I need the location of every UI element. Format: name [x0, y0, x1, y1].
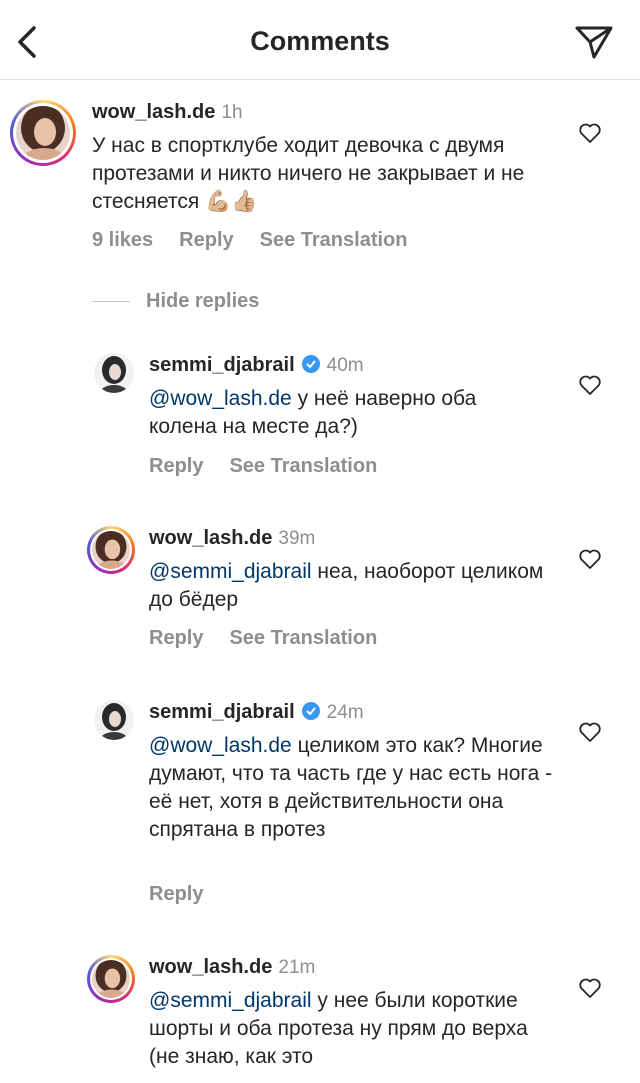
reply-text: @wow_lash.de у неё наверно оба колена на… [149, 387, 477, 438]
heart-icon[interactable] [578, 547, 602, 571]
heart-icon[interactable] [578, 373, 602, 397]
reply-username[interactable]: semmi_djabrail [149, 354, 295, 376]
reply-username[interactable]: wow_lash.de [149, 527, 272, 549]
reply-text: @semmi_djabrail у нее были короткие шорт… [149, 989, 528, 1068]
likes-count[interactable]: 9 likes [92, 229, 153, 251]
avatar[interactable] [92, 960, 130, 998]
reply-text: @wow_lash.de целиком это как? Многие дум… [149, 734, 553, 841]
mention-link[interactable]: @wow_lash.de [149, 387, 292, 410]
reply-button[interactable]: Reply [149, 627, 203, 649]
reply-time: 39m [278, 528, 316, 549]
mention-link[interactable]: @semmi_djabrail [149, 560, 312, 583]
send-icon[interactable] [574, 22, 614, 62]
mention-link[interactable]: @semmi_djabrail [149, 989, 312, 1012]
hide-replies-button[interactable]: Hide replies [92, 290, 259, 313]
verified-badge-icon [301, 702, 320, 720]
see-translation-button[interactable]: See Translation [229, 627, 377, 649]
heart-icon[interactable] [578, 121, 602, 145]
divider [92, 301, 130, 303]
reply-username[interactable]: wow_lash.de [149, 956, 272, 978]
header: Comments [0, 0, 640, 80]
reply-button[interactable]: Reply [179, 229, 233, 251]
reply-text: @semmi_djabrail неа, наоборот целиком до… [149, 560, 544, 611]
reply-button[interactable]: Reply [149, 455, 203, 477]
mention-link[interactable]: @wow_lash.de [149, 734, 292, 757]
avatar[interactable] [92, 531, 130, 569]
reply-time: 21m [278, 957, 316, 978]
reply-time: 24m [326, 702, 364, 723]
comment-username[interactable]: wow_lash.de [92, 101, 215, 123]
avatar[interactable] [94, 353, 134, 393]
comment-time: 1h [221, 102, 243, 123]
heart-icon[interactable] [578, 976, 602, 1000]
reply-time: 40m [326, 355, 364, 376]
comment-text: У нас в спортклубе ходит девочка с двумя… [92, 134, 525, 213]
reply-button[interactable]: Reply [149, 883, 203, 905]
heart-icon[interactable] [578, 720, 602, 744]
page-title: Comments [250, 26, 390, 56]
reply-username[interactable]: semmi_djabrail [149, 701, 295, 723]
see-translation-button[interactable]: See Translation [260, 229, 408, 251]
avatar[interactable] [94, 700, 134, 740]
avatar[interactable] [16, 106, 70, 160]
see-translation-button[interactable]: See Translation [229, 455, 377, 477]
verified-badge-icon [301, 355, 320, 373]
